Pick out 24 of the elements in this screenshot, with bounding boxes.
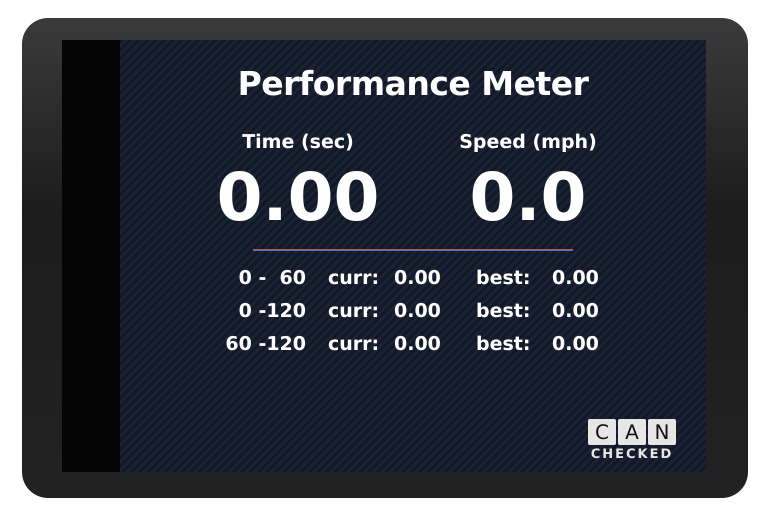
screen-title: Performance Meter [238,64,588,103]
curr-label: curr: [328,267,380,289]
curr-label: curr: [328,333,380,355]
readout-label: Speed (mph) [459,131,597,153]
readout-value: 0.00 [216,165,380,231]
readout-value: 0.0 [470,165,586,231]
best-value: 0.00 [552,333,600,355]
best-label: best: [476,267,532,289]
range-label: 0 - 60 [238,267,306,289]
best-label: best: [476,333,532,355]
readout-label: Time (sec) [242,131,354,153]
curr-value: 0.00 [394,333,442,355]
range-label: 0 -120 [238,300,306,322]
logo-letter: A [618,419,646,445]
curr-label: curr: [328,300,380,322]
range-label: 60 -120 [224,333,306,355]
logo-letter: N [648,419,676,445]
best-value: 0.00 [552,267,600,289]
logo-letter: C [588,419,616,445]
best-value: 0.00 [552,300,600,322]
curr-value: 0.00 [394,267,442,289]
best-label: best: [476,300,532,322]
curr-value: 0.00 [394,300,442,322]
logo-subtitle: CHECKED [590,447,674,462]
